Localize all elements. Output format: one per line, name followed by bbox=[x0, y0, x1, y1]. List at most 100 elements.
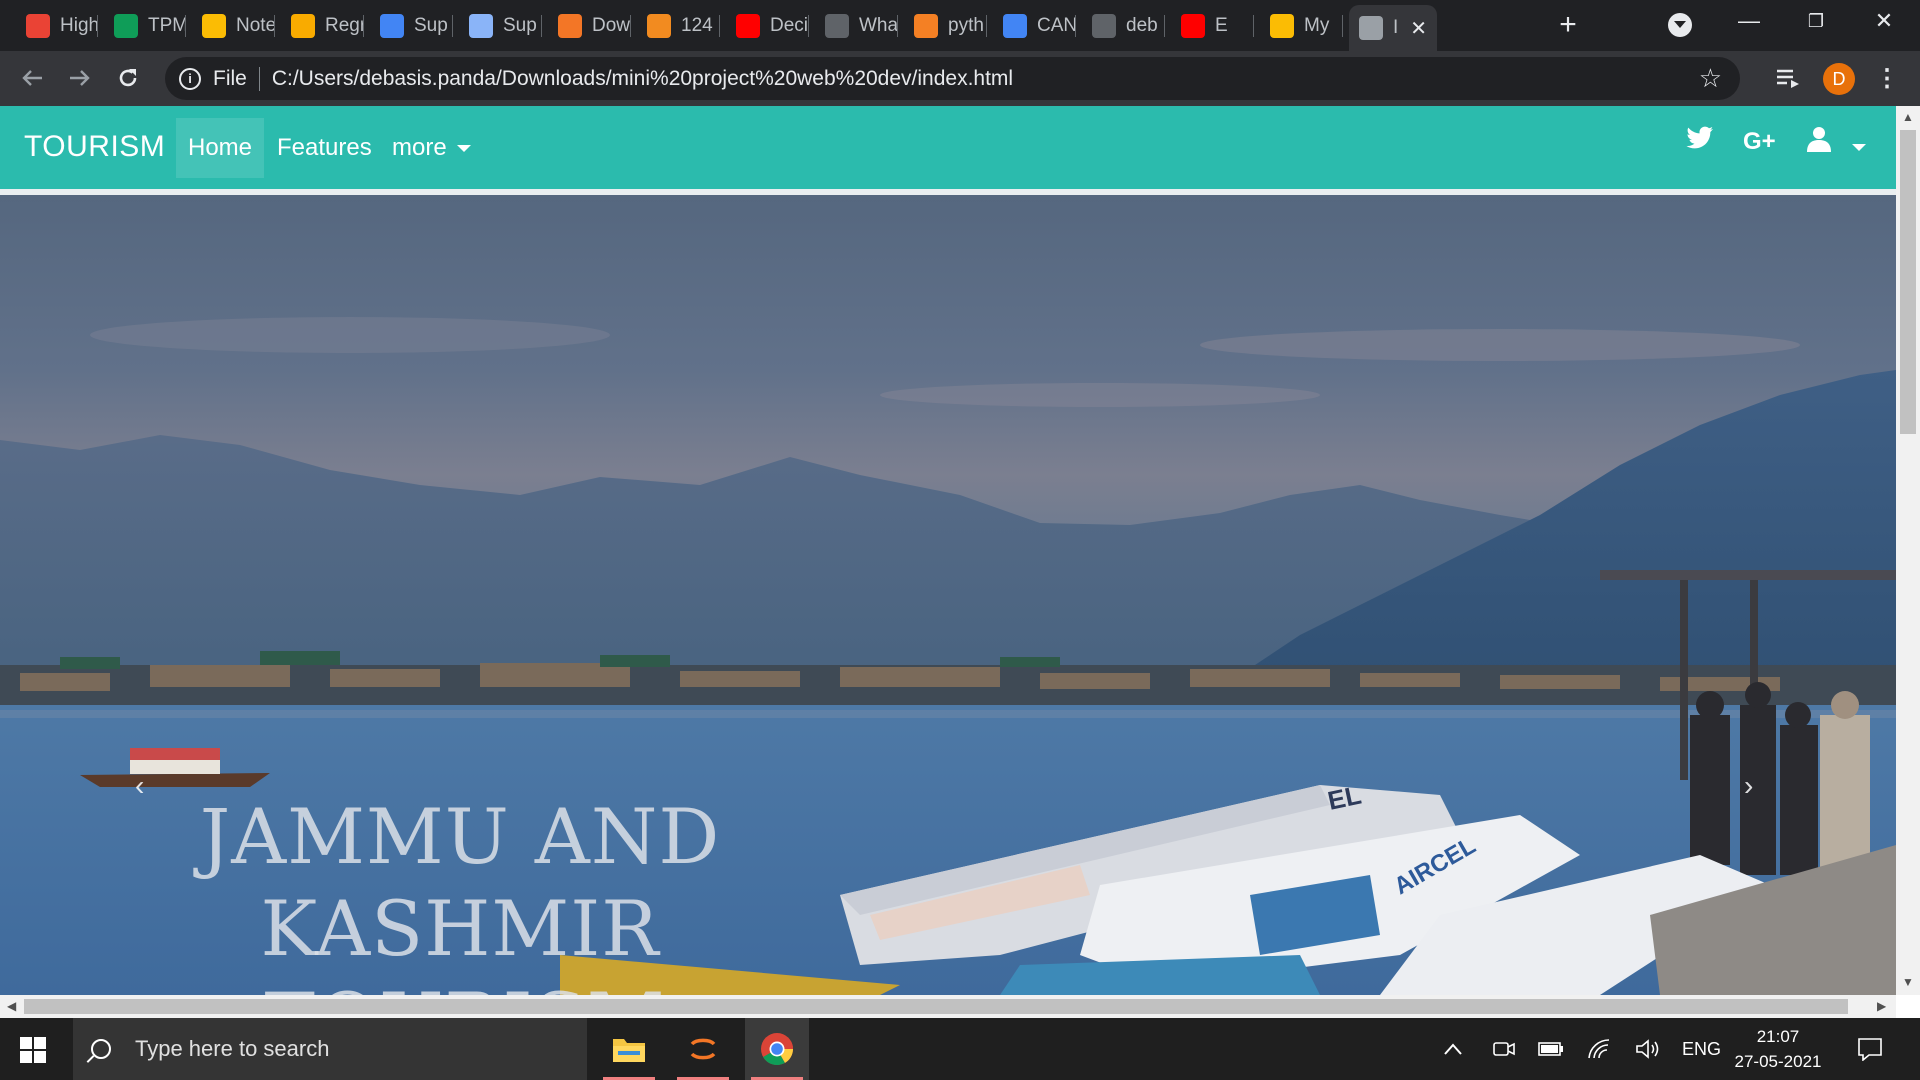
docs-icon bbox=[380, 13, 404, 38]
battery-icon[interactable] bbox=[1538, 1018, 1564, 1080]
browser-tab[interactable]: I ✕ bbox=[1349, 5, 1437, 51]
tab-separator bbox=[274, 15, 275, 37]
meet-now-icon[interactable] bbox=[1493, 1018, 1515, 1080]
folder-icon bbox=[613, 1039, 645, 1062]
browser-tab[interactable]: Regr bbox=[281, 5, 364, 46]
vertical-scroll-thumb[interactable] bbox=[1900, 130, 1916, 434]
browser-tab[interactable]: Sup bbox=[370, 5, 453, 46]
scroll-right-icon[interactable]: ▶ bbox=[1877, 999, 1886, 1013]
browser-tab[interactable]: High bbox=[16, 5, 98, 46]
info-icon[interactable]: i bbox=[179, 67, 201, 90]
caret-down-icon bbox=[456, 144, 471, 152]
wifi-icon[interactable] bbox=[1587, 1018, 1611, 1080]
omnibox-divider bbox=[258, 66, 260, 91]
browser-tab[interactable]: Deci bbox=[726, 5, 809, 46]
nav-more-label: more bbox=[392, 134, 447, 161]
volume-icon[interactable] bbox=[1635, 1018, 1661, 1080]
nav-features[interactable]: Features bbox=[265, 118, 384, 178]
notification-center-icon[interactable] bbox=[1857, 1018, 1883, 1080]
forward-button[interactable] bbox=[63, 61, 97, 95]
tab-separator bbox=[452, 15, 453, 37]
back-button[interactable] bbox=[15, 61, 49, 95]
user-menu-caret-icon[interactable] bbox=[1852, 144, 1866, 151]
browser-tab[interactable]: Wha bbox=[815, 5, 898, 46]
google-plus-icon[interactable]: G+ bbox=[1743, 128, 1776, 156]
scroll-left-icon[interactable]: ◀ bbox=[7, 999, 16, 1013]
chevron-up-icon bbox=[1444, 1043, 1462, 1055]
language-indicator[interactable]: ENG bbox=[1682, 1018, 1721, 1080]
show-hidden-icons-button[interactable] bbox=[1444, 1018, 1462, 1080]
browser-tab-label: 124 bbox=[681, 14, 713, 36]
user-icon[interactable] bbox=[1806, 126, 1832, 159]
carousel-next-button[interactable]: › bbox=[1744, 770, 1753, 802]
browser-tab[interactable]: pyth bbox=[904, 5, 987, 46]
new-tab-button[interactable]: + bbox=[1551, 8, 1585, 42]
browser-tab[interactable]: Sup bbox=[459, 5, 542, 46]
minimize-button[interactable]: — bbox=[1729, 8, 1769, 34]
tab-separator bbox=[986, 15, 987, 37]
profile-avatar[interactable]: D bbox=[1823, 63, 1855, 95]
doc-image-icon bbox=[469, 13, 493, 38]
browser-tab[interactable]: deb bbox=[1082, 5, 1165, 46]
media-queue-icon bbox=[1777, 69, 1799, 88]
twitter-icon[interactable] bbox=[1686, 126, 1714, 157]
youtube-icon bbox=[1181, 13, 1205, 38]
restore-button[interactable]: ❐ bbox=[1796, 11, 1836, 32]
hero-title-line-1: JAMMU AND KASHMIR bbox=[199, 792, 721, 973]
scroll-up-icon[interactable]: ▲ bbox=[1902, 110, 1914, 124]
browser-tab-label: Sup bbox=[503, 14, 537, 36]
browser-tab[interactable]: 124 bbox=[637, 5, 720, 46]
taskbar-clock[interactable]: 21:07 27-05-2021 bbox=[1728, 1024, 1828, 1074]
browser-tab[interactable]: Note bbox=[192, 5, 275, 46]
book-icon bbox=[647, 13, 671, 38]
nav-more-dropdown[interactable]: more bbox=[380, 118, 483, 178]
reload-button[interactable] bbox=[111, 61, 145, 95]
vertical-scrollbar[interactable]: ▲ ▼ bbox=[1896, 106, 1920, 995]
close-window-button[interactable]: ✕ bbox=[1864, 8, 1904, 34]
taskbar-jupyter[interactable] bbox=[671, 1018, 735, 1080]
browser-tab-label: Wha bbox=[859, 14, 898, 36]
google-icon bbox=[1003, 13, 1027, 38]
tab-separator bbox=[1253, 15, 1254, 37]
browser-tab-label: pyth bbox=[948, 14, 984, 36]
tab-separator bbox=[1164, 15, 1165, 37]
tab-separator bbox=[630, 15, 631, 37]
browser-tab[interactable]: E bbox=[1171, 5, 1254, 46]
browser-tab[interactable]: My bbox=[1260, 5, 1343, 46]
browser-tab[interactable]: TPM bbox=[104, 5, 186, 46]
close-tab-icon[interactable]: ✕ bbox=[1410, 16, 1427, 41]
browser-menu-button[interactable]: ⋮ bbox=[1870, 61, 1904, 95]
site-brand[interactable]: TOURISM bbox=[24, 130, 165, 164]
windows-start-icon[interactable] bbox=[20, 1037, 46, 1063]
tab-strip: High TPM Note Regr Sup Sup Dow 124 Deci Wha pyth CA… bbox=[0, 0, 1920, 51]
reload-icon bbox=[119, 69, 137, 87]
scroll-down-icon[interactable]: ▼ bbox=[1902, 975, 1914, 989]
tab-search-button[interactable] bbox=[1668, 13, 1692, 37]
address-bar[interactable]: i File C:/Users/debasis.panda/Downloads/… bbox=[165, 57, 1740, 100]
taskbar-search-box[interactable]: Type here to search bbox=[73, 1018, 587, 1080]
browser-tab-label: Regr bbox=[325, 14, 364, 36]
tab-separator bbox=[719, 15, 720, 37]
horizontal-scroll-thumb[interactable] bbox=[24, 999, 1848, 1014]
browser-tab-label: E bbox=[1215, 14, 1228, 36]
bookmark-star-icon[interactable]: ☆ bbox=[1699, 63, 1722, 94]
taskbar-chrome[interactable] bbox=[745, 1018, 809, 1080]
globe-icon bbox=[1359, 16, 1383, 40]
colab-icon bbox=[291, 13, 315, 38]
reading-list-button[interactable] bbox=[1771, 61, 1805, 95]
site-navbar: TOURISM Home Features more G+ bbox=[0, 106, 1896, 189]
tab-separator bbox=[808, 15, 809, 37]
url-text[interactable]: C:/Users/debasis.panda/Downloads/mini%20… bbox=[272, 67, 1013, 91]
browser-tab[interactable]: CAN bbox=[993, 5, 1076, 46]
drive-icon bbox=[1270, 13, 1294, 38]
taskbar-file-explorer[interactable] bbox=[597, 1018, 661, 1080]
taskbar-search-placeholder: Type here to search bbox=[135, 1036, 330, 1061]
nav-home[interactable]: Home bbox=[176, 118, 265, 178]
hero-title-line-2: TOURISM bbox=[10, 975, 910, 995]
browser-tab-label: Note bbox=[236, 14, 275, 36]
browser-tab-label: deb bbox=[1126, 14, 1158, 36]
browser-tab[interactable]: Dow bbox=[548, 5, 631, 46]
horizontal-scrollbar[interactable]: ◀ ▶ bbox=[0, 995, 1896, 1018]
hero-title: JAMMU AND KASHMIR TOURISM bbox=[10, 791, 910, 995]
hero-carousel: EL AIRCEL ‹ › JAMMU AND KASHMIR TOURISM bbox=[0, 195, 1896, 995]
